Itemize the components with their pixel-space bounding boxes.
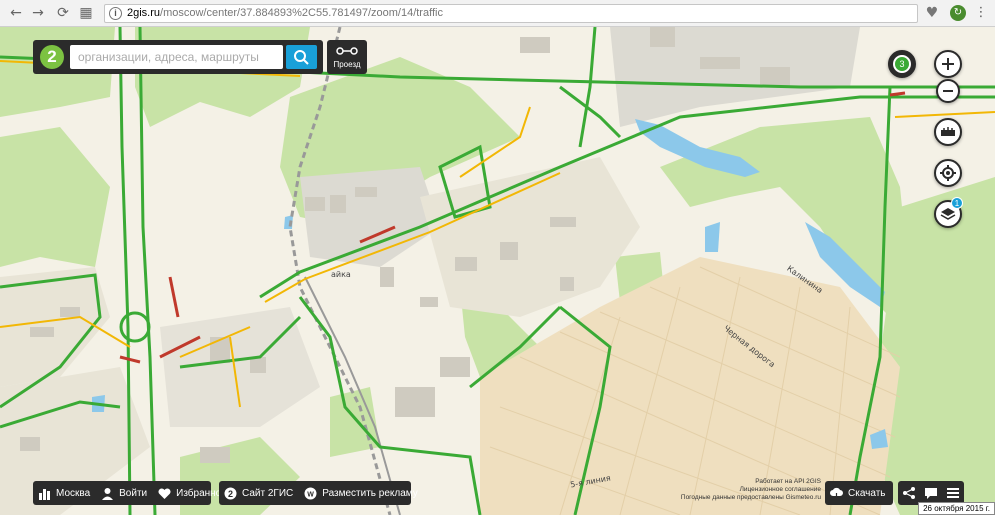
back-icon[interactable]: ← <box>8 5 24 21</box>
url-text: 2gis.ru/moscow/center/37.884893%2C55.781… <box>127 7 443 19</box>
download-button[interactable]: Скачать <box>825 481 893 505</box>
svg-text:W: W <box>307 491 314 498</box>
minus-icon <box>943 90 953 92</box>
city-label: Москва <box>56 487 91 499</box>
site-2gis-link[interactable]: 2 Сайт 2ГИС <box>219 487 299 500</box>
share-icon[interactable] <box>902 486 916 500</box>
site-label: Сайт 2ГИС <box>242 487 294 499</box>
traffic-indicator[interactable]: 3 <box>888 50 916 78</box>
attribution-api[interactable]: Работает на API 2GIS <box>661 478 821 486</box>
traffic-score: 3 <box>893 55 911 73</box>
plus-icon <box>942 58 954 70</box>
forward-icon[interactable]: → <box>30 5 46 21</box>
heart-icon[interactable]: ♥ <box>924 5 940 21</box>
route-button-label: Проезд <box>333 60 361 69</box>
ruler-icon <box>941 127 955 136</box>
ruler-button[interactable] <box>934 118 962 146</box>
bottom-left-bar: Москва Войти Избранное <box>33 481 227 505</box>
layers-icon <box>940 208 956 220</box>
search-input[interactable] <box>70 45 283 69</box>
svg-text:2: 2 <box>228 489 233 499</box>
apps-icon[interactable]: ▦ <box>78 5 94 21</box>
login-label: Войти <box>119 487 148 499</box>
feedback-icon[interactable] <box>924 486 938 500</box>
map-canvas[interactable]: айка Калинина Черная дорога 5-я линия <box>0 27 995 515</box>
attribution-weather[interactable]: Погодные данные предоставлены Gismeteo.r… <box>661 494 821 502</box>
locate-button[interactable] <box>934 159 962 187</box>
attribution-license[interactable]: Лицензионное соглашение <box>661 486 821 494</box>
bottom-mid-bar: 2 Сайт 2ГИС W Разместить рекламу <box>219 481 418 505</box>
search-panel: 2 <box>33 40 323 74</box>
station-label: айка <box>331 270 351 279</box>
zoom-in-button[interactable] <box>934 50 962 78</box>
layers-badge: 1 <box>951 197 963 209</box>
logo-2gis-icon[interactable]: 2 <box>40 45 64 69</box>
info-icon[interactable]: i <box>109 7 122 20</box>
advertise-icon: W <box>304 487 317 499</box>
route-button[interactable]: Проезд <box>327 40 367 74</box>
login-button[interactable]: Войти <box>96 487 153 500</box>
hamburger-menu-icon[interactable] <box>946 486 960 500</box>
menu-icon[interactable]: ⋮ <box>973 5 989 21</box>
stats-icon[interactable]: ↻ <box>950 5 966 21</box>
map-graphics <box>0 27 995 515</box>
heart-icon <box>158 487 171 499</box>
advertise-link[interactable]: W Разместить рекламу <box>299 487 424 500</box>
date-display: 26 октября 2015 г. <box>918 502 995 515</box>
search-icon <box>294 50 309 65</box>
download-label: Скачать <box>848 487 886 499</box>
city-button[interactable]: Москва <box>33 487 96 500</box>
reload-icon[interactable]: ⟳ <box>55 5 71 21</box>
search-button[interactable] <box>286 45 317 69</box>
locate-icon <box>940 165 956 181</box>
advertise-label: Разместить рекламу <box>322 487 418 499</box>
address-bar[interactable]: i 2gis.ru/moscow/center/37.884893%2C55.7… <box>104 4 918 23</box>
city-icon <box>39 488 50 500</box>
browser-toolbar: ← → ⟳ ▦ i 2gis.ru/moscow/center/37.88489… <box>0 0 995 27</box>
attribution: Работает на API 2GIS Лицензионное соглаш… <box>661 478 821 502</box>
cloud-download-icon <box>830 487 843 500</box>
route-icon <box>336 47 358 55</box>
user-icon <box>102 487 114 500</box>
zoom-out-button[interactable] <box>936 79 960 103</box>
logo-2gis-icon: 2 <box>224 487 237 499</box>
